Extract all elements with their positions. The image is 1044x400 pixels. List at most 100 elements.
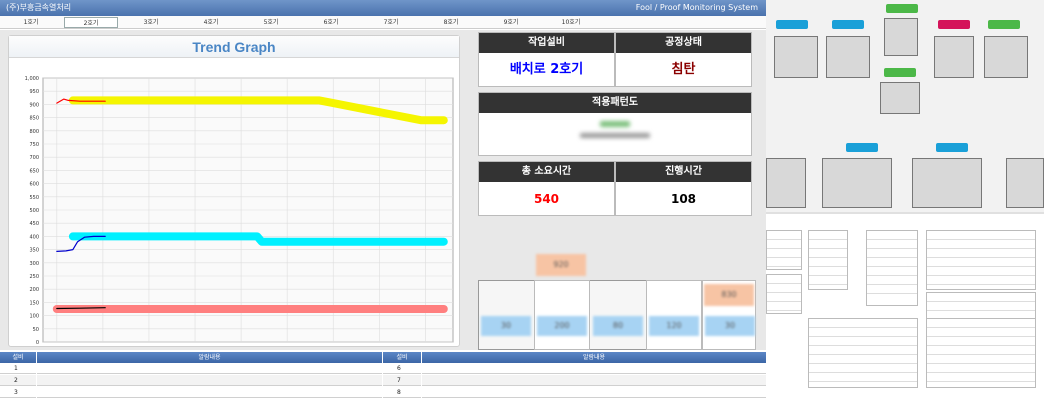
y-tick-label: 750	[29, 142, 39, 148]
elapsed-time-box: 진행시간 108	[615, 161, 752, 216]
process-pattern-diagram: 920 830 30 200 80 120 30	[478, 250, 756, 350]
diagram-seg-4: 120	[649, 316, 699, 336]
y-tick-label: 500	[29, 208, 39, 214]
machine-label-4[interactable]	[938, 20, 970, 29]
total-time-box: 총 소요시간 540	[478, 161, 615, 216]
col-alarm-right: 알람내용	[422, 352, 766, 363]
y-tick-label: 1,000	[25, 76, 39, 82]
col-alarm-left: 알람내용	[37, 352, 382, 363]
process-state-value: 침탄	[671, 62, 696, 77]
status-card	[808, 318, 918, 388]
y-tick-label: 250	[29, 274, 39, 280]
alarm-row-right-msg	[422, 363, 766, 374]
y-tick-label: 200	[29, 287, 39, 293]
pattern-value-blurred	[479, 113, 751, 155]
y-tick-label: 700	[29, 155, 39, 161]
machine-graphic[interactable]	[766, 158, 806, 208]
y-tick-label: 950	[29, 89, 39, 95]
alarm-row-left-msg	[37, 387, 382, 398]
company-name: (주)부흥금속열처리	[6, 3, 72, 12]
y-tick-label: 400	[29, 234, 39, 240]
tab-3[interactable]: 3호기	[124, 17, 178, 28]
diagram-seg-3: 80	[593, 316, 643, 336]
y-tick-label: 850	[29, 116, 39, 122]
machine-label-5[interactable]	[988, 20, 1020, 29]
y-tick-label: 50	[33, 327, 39, 333]
alarm-row-right-equip: 8	[383, 387, 421, 398]
tab-2[interactable]: 2호기	[64, 17, 118, 28]
alarm-row-right-equip: 6	[383, 363, 421, 374]
tab-1[interactable]: 1호기	[4, 17, 58, 28]
series-line-6	[56, 307, 106, 310]
alarm-row-right-msg	[422, 387, 766, 398]
machine-graphic[interactable]	[774, 36, 818, 78]
trend-graph-panel: Trend Graph 0 50 100 150 200 250 300 350 400 450 5…	[8, 35, 460, 347]
status-card	[866, 230, 918, 306]
tab-7[interactable]: 7호기	[364, 17, 418, 28]
equipment-box: 작업설비 배치로 2호기	[478, 32, 615, 87]
trend-chart: 0 50 100 150 200 250 300 350 400 450 500 550 600 650 7…	[25, 76, 454, 346]
status-card	[926, 230, 1036, 290]
machine-label-mid-2[interactable]	[936, 143, 968, 152]
alarm-row-right-equip: 7	[383, 375, 421, 386]
alarm-row-left-equip: 2	[0, 375, 36, 386]
elapsed-time-label: 진행시간	[616, 162, 751, 182]
equipment-status-grid	[766, 214, 1044, 400]
title-bar: (주)부흥금속열처리 Fool / Proof Monitoring Syste…	[0, 0, 766, 16]
machine-graphic[interactable]	[826, 36, 870, 78]
alarm-table: 설비 알람내용 설비 알람내용 1 6 2 7 3 8	[0, 352, 766, 400]
machine-label-3[interactable]	[886, 4, 918, 13]
pattern-box: 적용패턴도	[478, 92, 752, 156]
machine-graphic[interactable]	[1006, 158, 1044, 208]
equipment-value: 배치로 2호기	[509, 62, 584, 77]
equipment-label: 작업설비	[479, 33, 614, 53]
diagram-temp-2: 830	[704, 284, 754, 306]
y-tick-label: 450	[29, 221, 39, 227]
y-tick-label: 350	[29, 248, 39, 254]
y-tick-label: 650	[29, 168, 39, 174]
tab-9[interactable]: 9호기	[484, 17, 538, 28]
alarm-row-right-msg	[422, 375, 766, 386]
status-card	[926, 318, 1036, 388]
tab-4[interactable]: 4호기	[184, 17, 238, 28]
y-tick-label: 900	[29, 102, 39, 108]
monitoring-panel: (주)부흥금속열처리 Fool / Proof Monitoring Syste…	[0, 0, 766, 400]
main-content: Trend Graph 0 50 100 150 200 250 300 350 400 450 5…	[0, 30, 766, 350]
tab-6[interactable]: 6호기	[304, 17, 358, 28]
alarm-row-left-msg	[37, 363, 382, 374]
col-equip-left: 설비	[0, 352, 36, 363]
y-tick-label: 300	[29, 261, 39, 267]
diagram-seg-5: 30	[705, 316, 755, 336]
y-tick-label: 550	[29, 195, 39, 201]
system-name: Fool / Proof Monitoring System	[635, 3, 758, 12]
machine-graphic[interactable]	[912, 158, 982, 208]
tab-5[interactable]: 5호기	[244, 17, 298, 28]
tab-10[interactable]: 10호기	[544, 17, 598, 28]
pattern-label: 적용패턴도	[479, 93, 751, 113]
y-tick-label: 100	[29, 314, 39, 320]
screen: (주)부흥금속열처리 Fool / Proof Monitoring Syste…	[0, 0, 1044, 400]
machine-label-6[interactable]	[884, 68, 916, 77]
furnace-tab-bar: 1호기 2호기 3호기 4호기 5호기 6호기 7호기 8호기 9호기 10호기	[0, 16, 766, 29]
diagram-seg-1: 30	[481, 316, 531, 336]
machine-graphic[interactable]	[934, 36, 974, 78]
process-state-box: 공정상태 침탄	[615, 32, 752, 87]
machine-label-2[interactable]	[832, 20, 864, 29]
machine-label-1[interactable]	[776, 20, 808, 29]
alarm-row-left-equip: 3	[0, 387, 36, 398]
diagram-temp-1: 920	[536, 254, 586, 276]
plant-layout	[766, 0, 1044, 212]
graph-title: Trend Graph	[9, 36, 459, 58]
machine-graphic[interactable]	[822, 158, 892, 208]
y-tick-label: 800	[29, 129, 39, 135]
col-equip-right: 설비	[383, 352, 421, 363]
process-state-label: 공정상태	[616, 33, 751, 53]
status-card	[766, 230, 802, 270]
tab-8[interactable]: 8호기	[424, 17, 478, 28]
machine-label-mid-1[interactable]	[846, 143, 878, 152]
plant-overview-panel	[766, 0, 1044, 400]
y-tick-label: 0	[36, 340, 39, 346]
machine-graphic[interactable]	[984, 36, 1028, 78]
machine-graphic[interactable]	[884, 18, 918, 56]
machine-graphic[interactable]	[880, 82, 920, 114]
